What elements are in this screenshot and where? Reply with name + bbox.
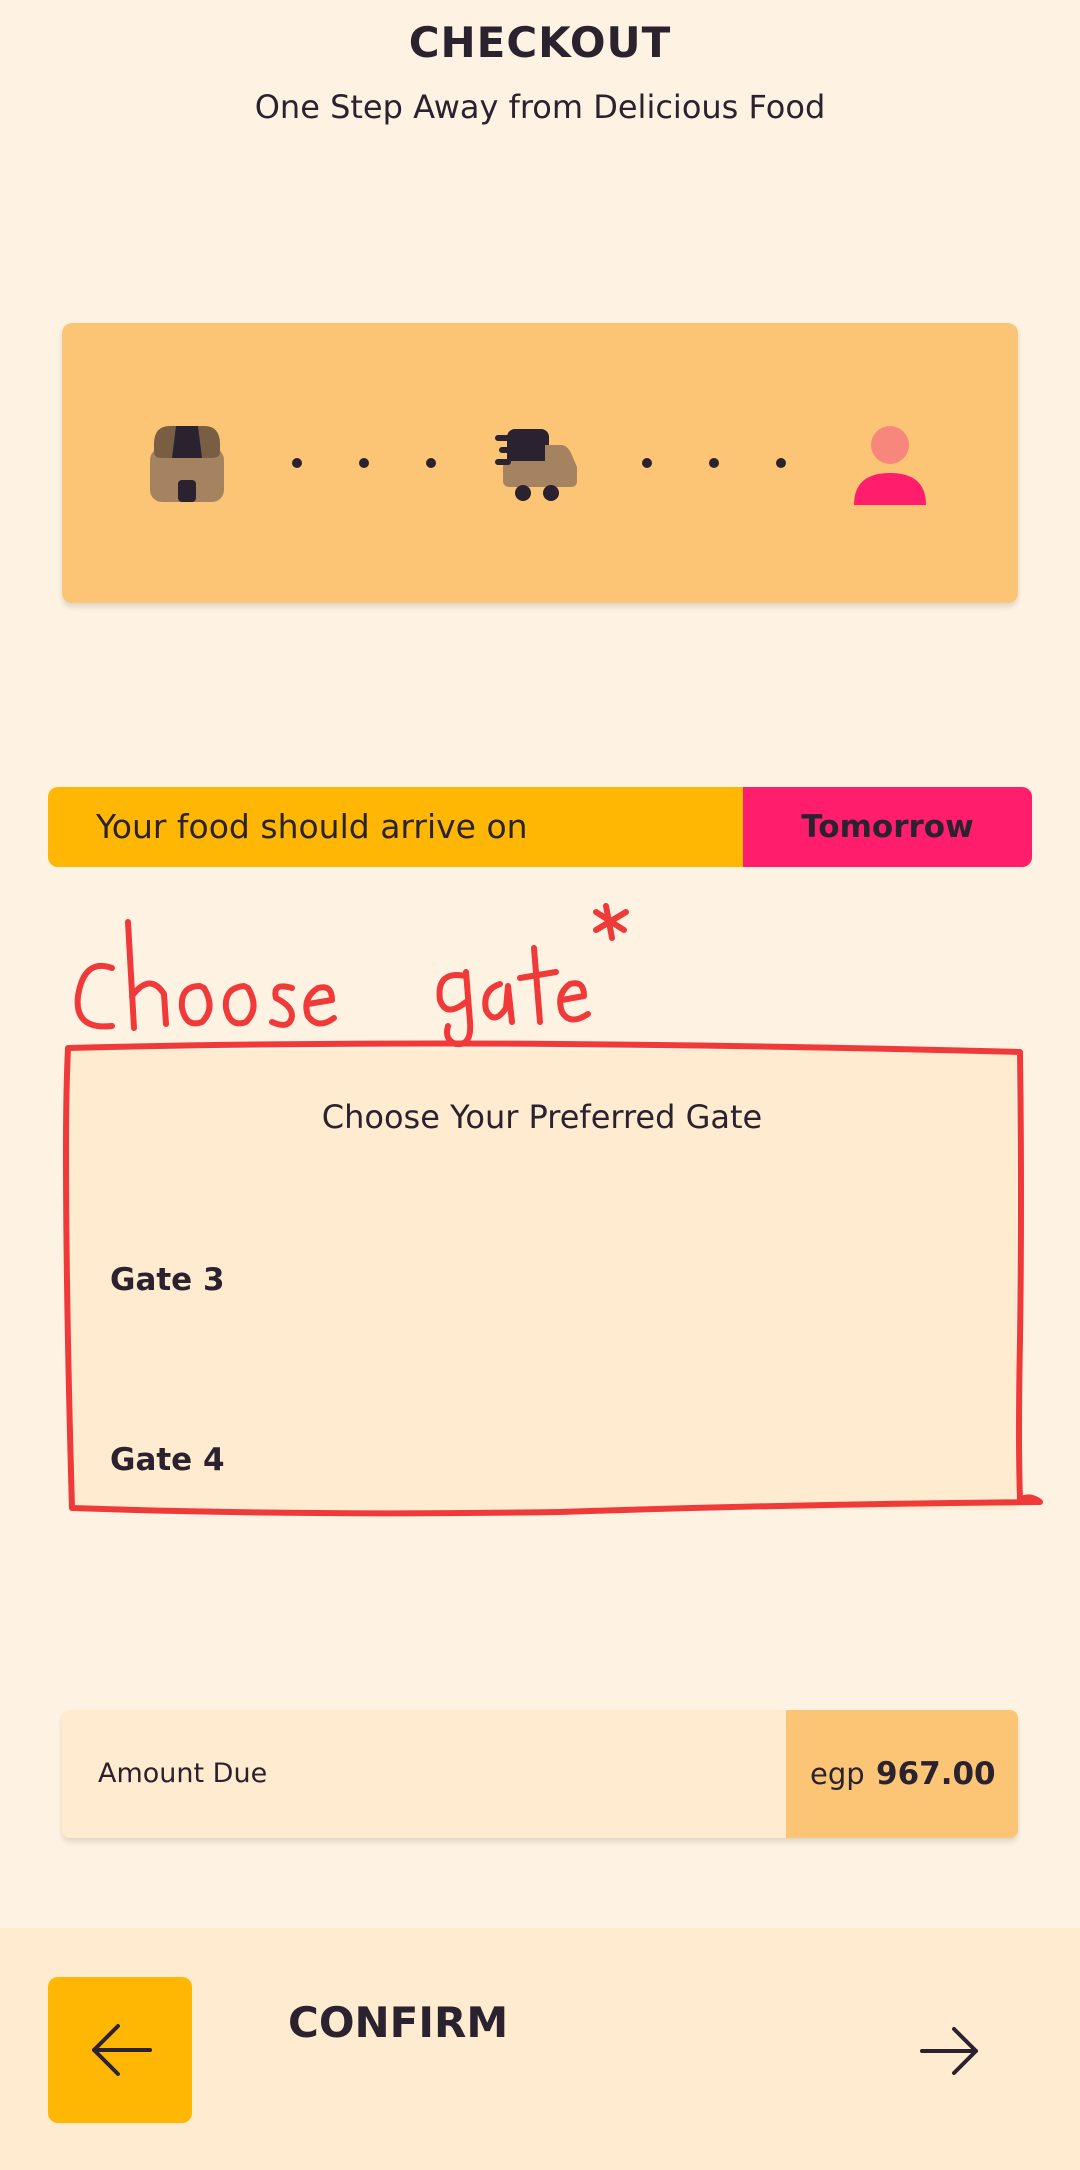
customer-icon — [854, 426, 926, 505]
confirm-button[interactable]: CONFIRM — [288, 1928, 508, 2118]
arrow-left-icon — [92, 2024, 152, 2076]
gate-option[interactable]: Gate 4 — [110, 1442, 225, 1478]
store-icon — [150, 426, 224, 502]
amount-value-box: egp 967.00 — [786, 1710, 1018, 1838]
amount-label: Amount Due — [98, 1758, 268, 1789]
gate-option[interactable]: Gate 3 — [110, 1262, 225, 1298]
arrow-right-icon — [920, 2027, 978, 2075]
page-subtitle: One Step Away from Delicious Food — [254, 88, 826, 126]
gate-selection-card: Choose Your Preferred Gate Gate 3 Gate 4 — [68, 1050, 1016, 1510]
delivery-truck-icon — [495, 429, 577, 501]
progress-dot — [776, 458, 786, 468]
progress-dot — [642, 458, 652, 468]
gate-heading: Choose Your Preferred Gate — [321, 1098, 763, 1136]
amount-due-card: Amount Due egp 967.00 — [62, 1710, 1018, 1838]
progress-dot — [359, 458, 369, 468]
progress-dot — [292, 458, 302, 468]
next-button[interactable] — [900, 2016, 1000, 2086]
amount-value: 967.00 — [876, 1756, 996, 1792]
arrival-day-badge: Tomorrow — [743, 787, 1032, 867]
arrival-text: Your food should arrive on — [96, 807, 528, 846]
back-button[interactable] — [48, 1977, 192, 2123]
progress-dot — [709, 458, 719, 468]
progress-dot — [426, 458, 436, 468]
arrival-banner: Your food should arrive on Tomorrow — [48, 787, 1032, 867]
amount-currency: egp — [810, 1757, 865, 1791]
page-title: CHECKOUT — [408, 18, 672, 67]
bottom-action-bar: CONFIRM — [0, 1928, 1080, 2170]
